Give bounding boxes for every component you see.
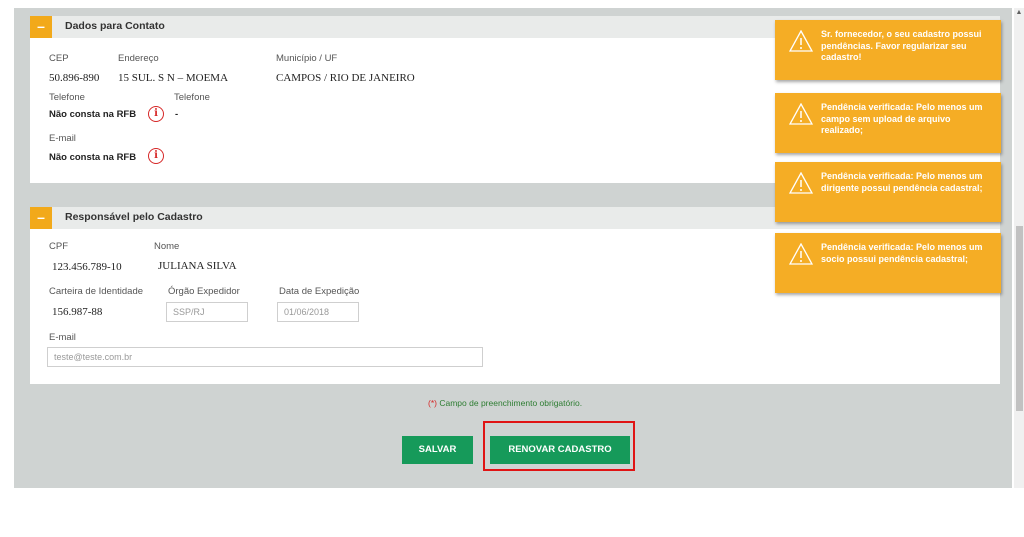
scroll-up-arrow-icon[interactable]: ▲ [1014,8,1024,18]
nome-label: Nome [154,241,180,252]
warning-triangle-icon [789,103,813,125]
endereco-value: 15 SUL. S N – MOEMA [118,72,229,84]
save-button[interactable]: SALVAR [402,436,473,464]
warning-triangle-icon [789,172,813,194]
toast-message: Pendência verificada: Pelo menos um camp… [821,102,983,135]
renew-registration-button[interactable]: RENOVAR CADASTRO [490,436,630,464]
email-label: E-mail [49,133,76,144]
toast-message: Sr. fornecedor, o seu cadastro possui pe… [821,29,982,62]
required-marker: (*) [428,398,437,408]
warning-triangle-icon [789,30,813,52]
nome-value: JULIANA SILVA [158,260,237,272]
municipio-label: Município / UF [276,53,338,64]
email-value: Não consta na RFB [49,152,137,163]
toast-message: Pendência verificada: Pelo menos um soci… [821,242,983,264]
contact-panel-title: Dados para Contato [65,20,165,32]
toast-notification[interactable]: Pendência verificada: Pelo menos um camp… [775,93,1001,153]
orgao-label: Órgão Expedidor [168,286,240,297]
toast-notification[interactable]: Sr. fornecedor, o seu cadastro possui pe… [775,20,1001,80]
orgao-expedidor-field[interactable]: SSP/RJ [166,302,248,322]
data-expedicao-label: Data de Expedição [279,286,360,297]
municipio-value: CAMPOS / RIO DE JANEIRO [276,72,415,84]
collapse-toggle-button[interactable]: – [30,207,52,229]
collapse-toggle-button[interactable]: – [30,16,52,38]
cpf-value: 123.456.789-10 [52,261,122,273]
info-icon[interactable]: i [148,106,164,122]
data-expedicao-field[interactable]: 01/06/2018 [277,302,359,322]
required-note-text: Campo de preenchimento obrigatório. [439,398,583,408]
toast-notification[interactable]: Pendência verificada: Pelo menos um diri… [775,162,1001,222]
telefone-secondary-value: - [175,109,179,120]
toast-message: Pendência verificada: Pelo menos um diri… [821,171,983,193]
responsible-panel-title: Responsável pelo Cadastro [65,211,203,223]
cep-label: CEP [49,53,69,64]
endereco-label: Endereço [118,53,159,64]
info-icon[interactable]: i [148,148,164,164]
email-label: E-mail [49,332,76,343]
scrollbar-thumb[interactable] [1016,226,1023,411]
telefone-label: Telefone [49,92,85,103]
cpf-label: CPF [49,241,68,252]
identidade-label: Carteira de Identidade [49,286,144,297]
cep-value: 50.896-890 [49,72,100,84]
toast-notification[interactable]: Pendência verificada: Pelo menos um soci… [775,233,1001,293]
required-field-note: (*) Campo de preenchimento obrigatório. [428,398,582,408]
warning-triangle-icon [789,243,813,265]
email-field[interactable]: teste@teste.com.br [47,347,483,367]
telefone-secondary-label: Telefone [174,92,210,103]
identidade-value: 156.987-88 [52,306,103,318]
telefone-value: Não consta na RFB [49,109,137,120]
